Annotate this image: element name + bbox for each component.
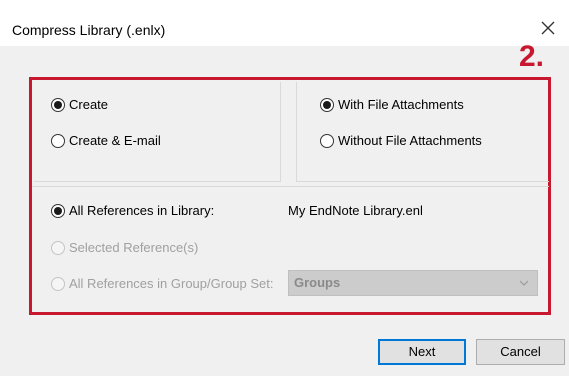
compress-library-dialog: Compress Library (.enlx) 2. Create Creat… [0, 0, 569, 376]
group-select-value: Groups [294, 275, 341, 290]
group-divider [32, 186, 549, 187]
radio-selected-icon [51, 203, 65, 218]
radio-selected-icon [51, 97, 65, 112]
radio-unselected-icon [51, 133, 65, 148]
create-email-radio[interactable]: Create & E-mail [51, 133, 161, 148]
group-references-label: All References in Group/Group Set: [69, 276, 274, 291]
step-annotation: 2. [519, 40, 545, 73]
chevron-down-icon [519, 280, 529, 286]
create-email-radio-label: Create & E-mail [69, 133, 161, 148]
radio-disabled-icon [51, 240, 65, 255]
radio-selected-icon [320, 97, 334, 112]
without-attachments-label: Without File Attachments [338, 133, 482, 148]
with-attachments-label: With File Attachments [338, 97, 464, 112]
all-references-radio[interactable]: All References in Library: [51, 203, 214, 218]
cancel-button[interactable]: Cancel [476, 339, 565, 365]
title-bar: Compress Library (.enlx) [0, 0, 569, 46]
library-name: My EndNote Library.enl [288, 203, 423, 218]
create-radio-label: Create [69, 97, 109, 112]
selected-references-radio: Selected Reference(s) [51, 240, 198, 255]
all-references-label: All References in Library: [69, 203, 215, 218]
group-references-radio: All References in Group/Group Set: [51, 276, 274, 291]
group-select: Groups [288, 270, 538, 296]
radio-unselected-icon [320, 133, 334, 148]
close-icon[interactable] [537, 17, 559, 39]
window-title: Compress Library (.enlx) [12, 22, 166, 38]
with-attachments-radio[interactable]: With File Attachments [320, 97, 464, 112]
radio-disabled-icon [51, 276, 65, 291]
without-attachments-radio[interactable]: Without File Attachments [320, 133, 482, 148]
selected-references-label: Selected Reference(s) [69, 240, 199, 255]
create-radio[interactable]: Create [51, 97, 108, 112]
next-button[interactable]: Next [378, 339, 466, 365]
